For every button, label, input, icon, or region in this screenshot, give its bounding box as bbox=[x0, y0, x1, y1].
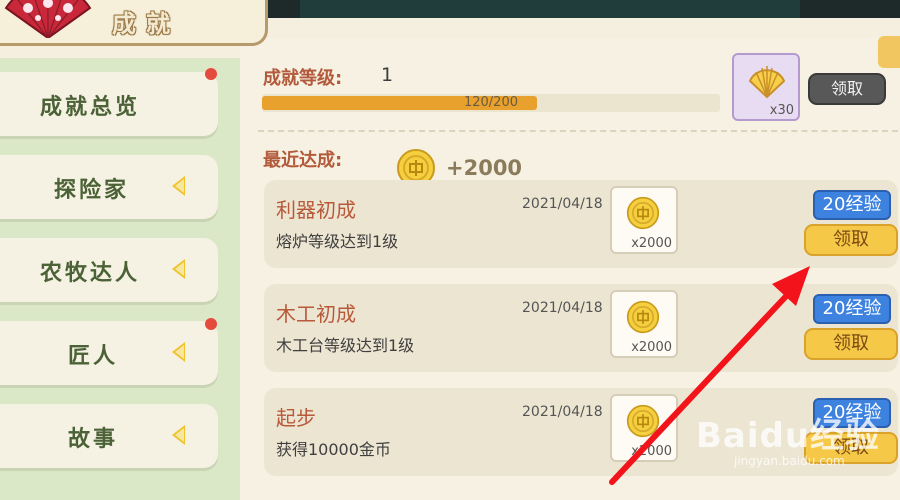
achievement-desc: 获得10000金币 bbox=[276, 440, 391, 459]
watermark-brand: Baidu经验 bbox=[696, 416, 881, 456]
triangle-left-icon bbox=[172, 342, 185, 362]
fan-icon bbox=[4, 0, 92, 38]
sidebar-item-overview[interactable]: 成就总览 bbox=[0, 72, 218, 136]
achievement-title: 利器初成 bbox=[276, 198, 356, 222]
reward-count: x30 bbox=[769, 103, 794, 118]
level-value: 1 bbox=[381, 64, 394, 86]
title-tab: 成就 bbox=[0, 0, 268, 46]
watermark: Baidu经验 jingyan.baidu.com bbox=[690, 408, 895, 478]
level-progress-text: 120/200 bbox=[463, 95, 518, 110]
level-reward-box[interactable]: x30 bbox=[732, 53, 800, 121]
reward-count: x2000 bbox=[631, 340, 672, 355]
achievement-date: 2021/04/18 bbox=[522, 404, 603, 420]
achievement-card: 木工初成 木工台等级达到1级 2021/04/18 x2000 20经验 领取 bbox=[264, 284, 898, 372]
sidebar-item-label: 农牧达人 bbox=[40, 261, 141, 286]
page-title: 成就 bbox=[112, 10, 180, 38]
achievement-desc: 熔炉等级达到1级 bbox=[276, 232, 399, 251]
level-progress-bar: 120/200 bbox=[262, 94, 720, 112]
notification-dot bbox=[205, 68, 217, 80]
top-strip-teal bbox=[300, 0, 800, 18]
corner-tab[interactable] bbox=[878, 36, 900, 68]
shell-icon bbox=[748, 66, 786, 99]
gold-coin-icon bbox=[626, 300, 660, 334]
reward-count: x2000 bbox=[631, 236, 672, 251]
level-claim-button[interactable]: 领取 bbox=[808, 73, 886, 105]
sidebar-item-explorer[interactable]: 探险家 bbox=[0, 155, 218, 219]
claim-button[interactable]: 领取 bbox=[804, 328, 898, 360]
achievement-reward-box[interactable]: x2000 bbox=[610, 394, 678, 462]
achievement-title: 起步 bbox=[276, 406, 316, 430]
exp-badge: 20经验 bbox=[813, 190, 891, 220]
sidebar-item-label: 匠人 bbox=[68, 344, 119, 369]
achievement-date: 2021/04/18 bbox=[522, 196, 603, 212]
divider bbox=[258, 130, 898, 132]
level-label: 成就等级: bbox=[263, 68, 343, 89]
sidebar-item-label: 故事 bbox=[68, 427, 119, 452]
exp-badge: 20经验 bbox=[813, 294, 891, 324]
claim-button[interactable]: 领取 bbox=[804, 224, 898, 256]
sidebar-item-craftsman[interactable]: 匠人 bbox=[0, 321, 218, 385]
coin-gain-text: +2000 bbox=[446, 156, 523, 180]
achievement-reward-box[interactable]: x2000 bbox=[610, 186, 678, 254]
notification-dot bbox=[205, 318, 217, 330]
achievement-title: 木工初成 bbox=[276, 302, 356, 326]
sidebar-item-label: 成就总览 bbox=[40, 95, 141, 120]
sidebar-item-story[interactable]: 故事 bbox=[0, 404, 218, 468]
triangle-left-icon bbox=[172, 176, 185, 196]
recent-label: 最近达成: bbox=[263, 150, 343, 171]
watermark-url: jingyan.baidu.com bbox=[734, 454, 845, 468]
gold-coin-icon bbox=[626, 404, 660, 438]
achievement-card: 利器初成 熔炉等级达到1级 2021/04/18 x2000 20经验 领取 bbox=[264, 180, 898, 268]
sidebar-item-label: 探险家 bbox=[54, 178, 130, 203]
sidebar-item-farming[interactable]: 农牧达人 bbox=[0, 238, 218, 302]
triangle-left-icon bbox=[172, 259, 185, 279]
triangle-left-icon bbox=[172, 425, 185, 445]
gold-coin-icon bbox=[626, 196, 660, 230]
achievement-date: 2021/04/18 bbox=[522, 300, 603, 316]
achievement-reward-box[interactable]: x2000 bbox=[610, 290, 678, 358]
achievement-desc: 木工台等级达到1级 bbox=[276, 336, 415, 355]
reward-count: x2000 bbox=[631, 444, 672, 459]
